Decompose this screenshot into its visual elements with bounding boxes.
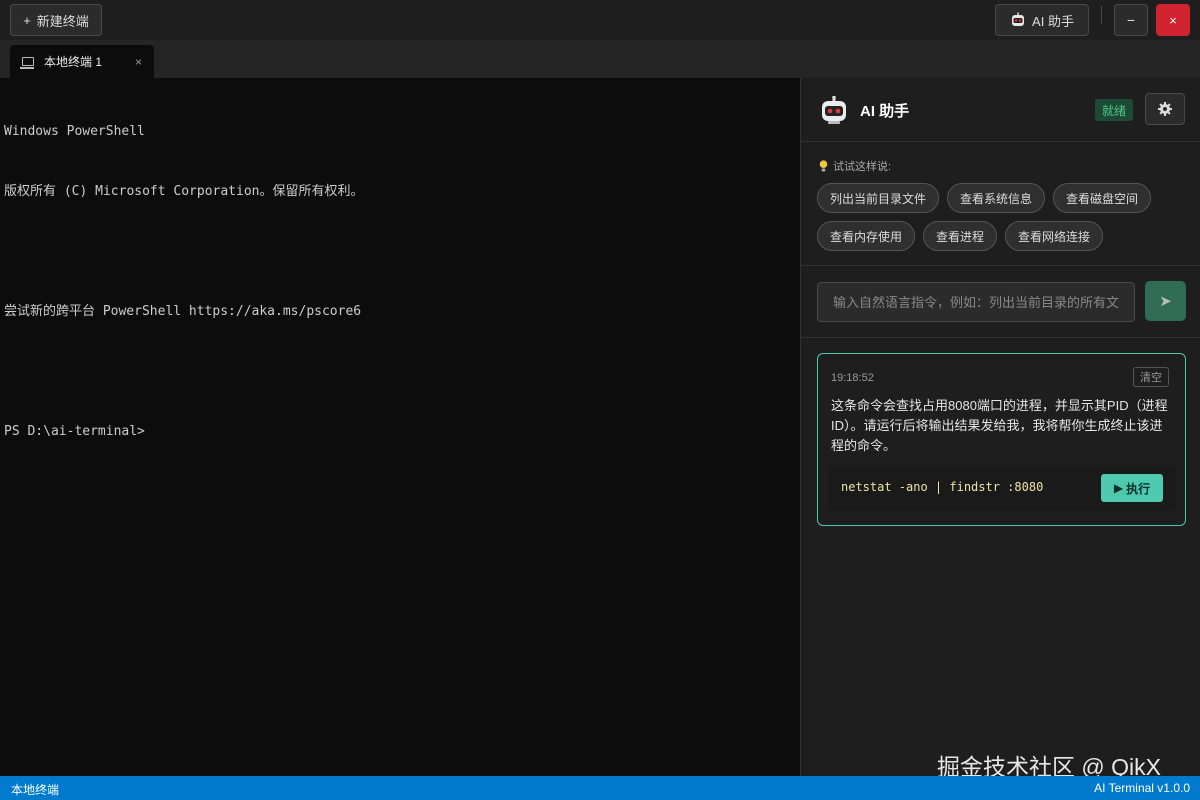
suggestions-label: 试试这样说:	[819, 158, 891, 174]
command-block: netstat -ano | findstr :8080 ▶ 执行	[828, 466, 1176, 511]
suggested-command: netstat -ano | findstr :8080	[841, 480, 1044, 494]
clear-button[interactable]: 清空	[1133, 367, 1169, 387]
terminal-line: 尝试新的跨平台 PowerShell https://aka.ms/pscore…	[4, 304, 362, 319]
plus-icon: +	[23, 12, 31, 28]
new-terminal-label: 新建终端	[36, 13, 89, 29]
tab-close-icon[interactable]: ×	[135, 55, 142, 69]
response-text: 这条命令会查找占用8080端口的进程，并显示其PID（进程ID）。请运行后将输出…	[831, 398, 1168, 453]
execute-button[interactable]: ▶ 执行	[1101, 474, 1163, 502]
settings-button[interactable]	[1145, 93, 1185, 125]
tab-local-terminal-1[interactable]: 本地终端 1 ×	[10, 45, 154, 78]
send-button[interactable]: ➤	[1145, 281, 1186, 321]
monitor-icon	[20, 57, 34, 69]
top-toolbar: + 新建终端 AI 助手 − ×	[0, 0, 1200, 40]
suggestions-label-text: 试试这样说:	[833, 161, 892, 173]
lightbulb-icon	[819, 160, 828, 172]
terminal-prompt: PS D:\ai-terminal>	[4, 424, 145, 439]
suggestions-section: 试试这样说: 列出当前目录文件 查看系统信息 查看磁盘空间 查看内存使用 查看进…	[801, 142, 1200, 266]
response-card: 19:18:52 清空 这条命令会查找占用8080端口的进程，并显示其PID（进…	[817, 353, 1186, 526]
suggestion-chip[interactable]: 查看网络连接	[1005, 221, 1104, 251]
status-bar: 本地终端 AI Terminal v1.0.0	[0, 776, 1200, 800]
minimize-button[interactable]: −	[1114, 4, 1148, 36]
robot-icon	[1012, 12, 1025, 26]
ai-assistant-panel: AI 助手 就绪 试试这样说: 列出当前目录文件 查看系统信息 查看磁盘空间 查…	[800, 78, 1200, 776]
tab-bar: 本地终端 1 ×	[0, 40, 1200, 78]
toolbar-divider	[1101, 6, 1102, 24]
terminal-output[interactable]: Windows PowerShell 版权所有 (C) Microsoft Co…	[0, 78, 800, 776]
suggestion-chip[interactable]: 查看系统信息	[947, 183, 1046, 213]
panel-title: AI 助手	[860, 103, 910, 120]
tab-label: 本地终端 1	[44, 55, 103, 69]
suggestion-chip[interactable]: 查看磁盘空间	[1053, 183, 1152, 213]
new-terminal-button[interactable]: + 新建终端	[10, 4, 102, 36]
natural-language-input[interactable]	[817, 282, 1135, 322]
terminal-line: Windows PowerShell	[4, 124, 145, 139]
close-window-button[interactable]: ×	[1156, 4, 1190, 36]
execute-label: 执行	[1126, 481, 1151, 496]
suggestion-chip[interactable]: 查看进程	[923, 221, 998, 251]
command-input-row: ➤	[801, 266, 1200, 338]
status-terminal-name: 本地终端	[11, 783, 60, 797]
terminal-line: 版权所有 (C) Microsoft Corporation。保留所有权利。	[4, 184, 364, 199]
send-icon: ➤	[1159, 293, 1172, 310]
suggestion-chip[interactable]: 查看内存使用	[817, 221, 916, 251]
status-version: AI Terminal v1.0.0	[1094, 781, 1190, 795]
suggestion-chip[interactable]: 列出当前目录文件	[817, 183, 940, 213]
gear-icon	[1158, 102, 1172, 116]
ai-assistant-toggle-button[interactable]: AI 助手	[995, 4, 1089, 36]
panel-header: AI 助手 就绪	[801, 78, 1200, 142]
ai-assistant-label: AI 助手	[1032, 13, 1074, 29]
play-icon: ▶	[1113, 481, 1124, 495]
response-timestamp: 19:18:52	[831, 372, 874, 384]
robot-icon	[822, 96, 846, 124]
status-badge: 就绪	[1095, 99, 1134, 121]
